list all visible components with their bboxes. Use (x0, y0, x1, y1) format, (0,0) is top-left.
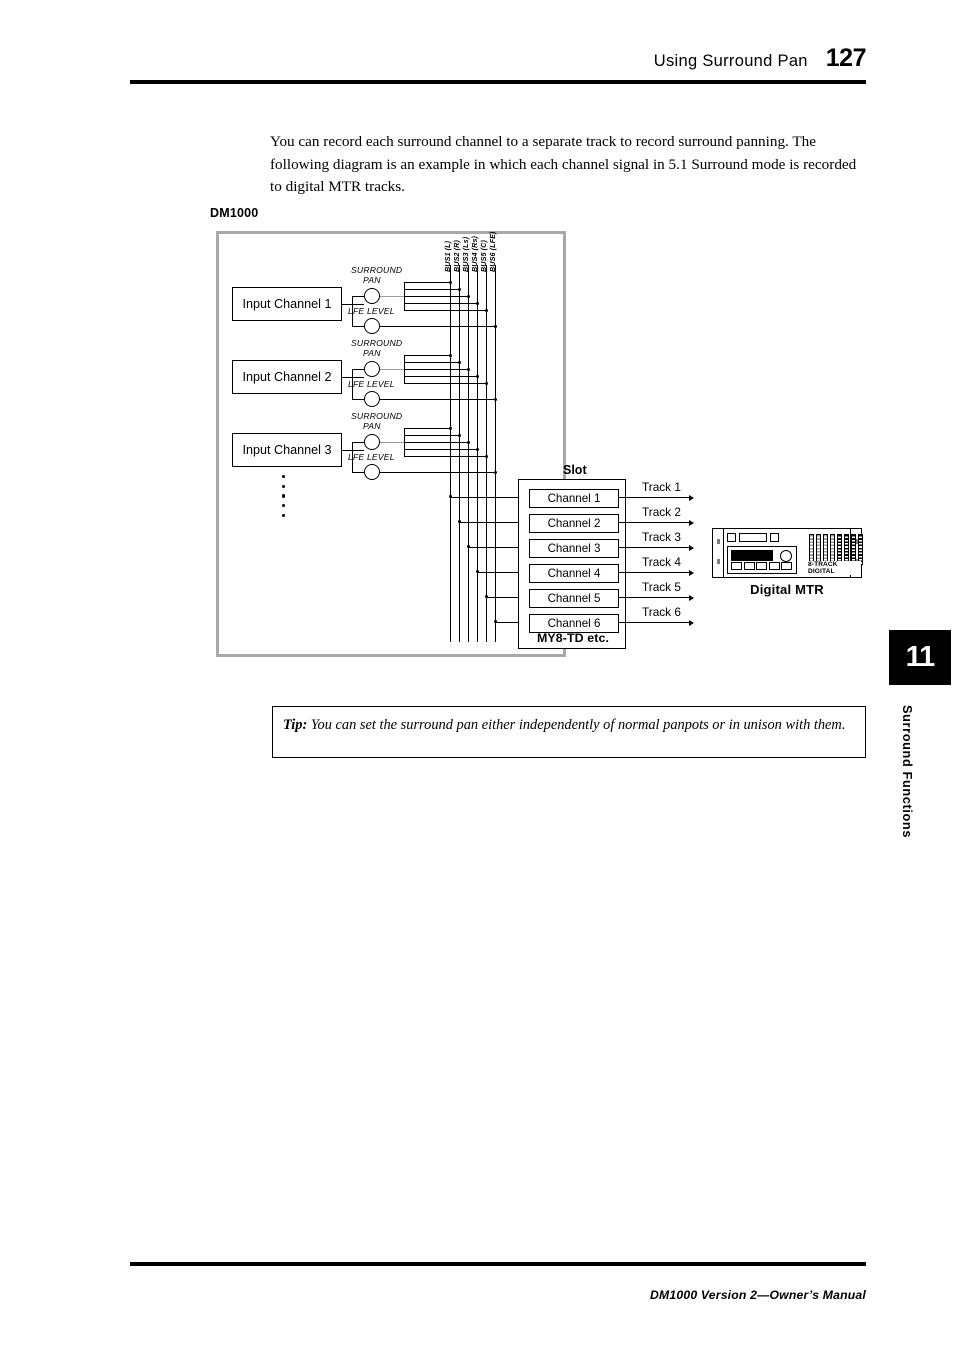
mtr-rack-ear-left (713, 529, 724, 577)
surround-pan-knob-2[interactable] (364, 361, 380, 377)
mtr-front-panel (727, 533, 805, 575)
tip-box: Tip: You can set the surround pan either… (272, 706, 866, 758)
wire-ic3-to-pan (352, 442, 364, 443)
wire-lfe3-to-bus6 (380, 472, 497, 473)
slot-model-label: MY8-TD etc. (536, 631, 609, 645)
surround-pan-label-1b: PAN (363, 275, 381, 285)
wire-ic1-split (352, 296, 353, 326)
screw-icon (716, 559, 720, 564)
slot-channel-4[interactable]: Channel 4 (529, 564, 619, 583)
wire-ic3-out (342, 450, 364, 451)
mtr-meter-label: 8-TRACK DIGITAL (807, 561, 861, 575)
mtr-control-panel (727, 546, 797, 574)
lfe-level-label-3: LFE LEVEL (348, 452, 395, 462)
track-label-4: Track 4 (642, 555, 681, 569)
wire-ic1-to-lfe (352, 326, 364, 327)
arrow-icon (689, 544, 694, 551)
mtr-transport-button[interactable] (756, 562, 767, 570)
lfe-level-knob-1[interactable] (364, 318, 380, 334)
wire-ic1-out (342, 304, 364, 305)
page-title: Using Surround Pan (653, 52, 808, 70)
slot-channel-1[interactable]: Channel 1 (529, 489, 619, 508)
track-label-2: Track 2 (642, 505, 681, 519)
slot-channel-3[interactable]: Channel 3 (529, 539, 619, 558)
track-label-3: Track 3 (642, 530, 681, 544)
wire-ic3-split (352, 442, 353, 472)
surround-pan-knob-3[interactable] (364, 434, 380, 450)
bus-line-2 (459, 265, 460, 642)
mtr-caption: Digital MTR (750, 582, 824, 597)
wire-ic1-to-pan (352, 296, 364, 297)
chapter-name-label: Surround Functions (900, 705, 915, 839)
slot-channel-2[interactable]: Channel 2 (529, 514, 619, 533)
mtr-jog-knob[interactable] (780, 550, 792, 562)
slot-channel-5[interactable]: Channel 5 (529, 589, 619, 608)
mtr-button[interactable] (727, 533, 736, 542)
header-row: Using Surround Pan 127 (130, 44, 867, 78)
wire-pan1-grey (380, 296, 404, 297)
wire-pan3-grey (380, 442, 404, 443)
arrow-icon (689, 569, 694, 576)
input-channel-1-box[interactable]: Input Channel 1 (232, 287, 342, 321)
track-label-1: Track 1 (642, 480, 681, 494)
lfe-level-knob-2[interactable] (364, 391, 380, 407)
tip-text: You can set the surround pan either inde… (310, 717, 846, 733)
bus-line-1 (450, 265, 451, 642)
mtr-transport-button[interactable] (731, 562, 742, 570)
bus-line-3 (468, 265, 469, 642)
surround-pan-label-1a: SURROUND (351, 265, 403, 275)
wire-ic2-to-pan (352, 369, 364, 370)
track-label-6: Track 6 (642, 605, 681, 619)
mtr-transport-button[interactable] (781, 562, 792, 570)
arrow-icon (689, 494, 694, 501)
mtr-transport-button[interactable] (768, 562, 780, 570)
surround-pan-label-3b: PAN (363, 421, 381, 431)
surround-pan-label-3a: SURROUND (351, 411, 403, 421)
mtr-transport-button[interactable] (743, 562, 755, 570)
wire-ic2-to-lfe (352, 399, 364, 400)
arrow-icon (689, 619, 694, 626)
bus-line-4 (477, 265, 478, 642)
page-header: Using Surround Pan 127 (130, 44, 867, 86)
mtr-button[interactable] (770, 533, 779, 542)
lfe-level-label-1: LFE LEVEL (348, 306, 395, 316)
wire-pan2-grey (380, 369, 404, 370)
wire-ic2-out (342, 377, 364, 378)
slot-box: Channel 1 Channel 2 Channel 3 Channel 4 … (518, 479, 626, 649)
wire-lfe1-to-bus6 (380, 326, 497, 327)
mtr-transport-buttons[interactable] (731, 562, 792, 570)
dm1000-label: DM1000 (210, 206, 259, 220)
surround-pan-knob-1[interactable] (364, 288, 380, 304)
wire-ic2-split (352, 369, 353, 399)
mtr-button-wide[interactable] (739, 533, 767, 542)
input-channel-3-box[interactable]: Input Channel 3 (232, 433, 342, 467)
lfe-level-knob-3[interactable] (364, 464, 380, 480)
surround-pan-label-2a: SURROUND (351, 338, 403, 348)
input-channel-2-box[interactable]: Input Channel 2 (232, 360, 342, 394)
footer-divider (130, 1262, 866, 1266)
continuation-dots (282, 475, 286, 517)
header-divider (130, 80, 866, 84)
bus-line-5 (486, 265, 487, 642)
slot-label: Slot (563, 463, 587, 477)
surround-routing-diagram: DM1000 BUS1 (L) BUS2 (R) BUS3 (Ls) BUS4 … (205, 205, 885, 675)
tip-label: Tip: (283, 717, 308, 733)
page-number: 127 (825, 44, 867, 72)
arrow-icon (689, 519, 694, 526)
mtr-display (731, 550, 773, 561)
arrow-icon (689, 594, 694, 601)
bus-line-6 (495, 265, 496, 642)
digital-mtr: 8-TRACK DIGITAL Digital MTR (712, 528, 864, 610)
wire-lfe2-to-bus6 (380, 399, 497, 400)
screw-icon (716, 539, 720, 544)
lfe-level-label-2: LFE LEVEL (348, 379, 395, 389)
wire-ic3-to-lfe (352, 472, 364, 473)
chapter-number-tab: 11 (889, 630, 951, 685)
surround-pan-label-2b: PAN (363, 348, 381, 358)
mtr-chassis: 8-TRACK DIGITAL (712, 528, 863, 578)
footer-text: DM1000 Version 2—Owner’s Manual (650, 1288, 866, 1302)
intro-paragraph: You can record each surround channel to … (270, 133, 857, 196)
track-label-5: Track 5 (642, 580, 681, 594)
